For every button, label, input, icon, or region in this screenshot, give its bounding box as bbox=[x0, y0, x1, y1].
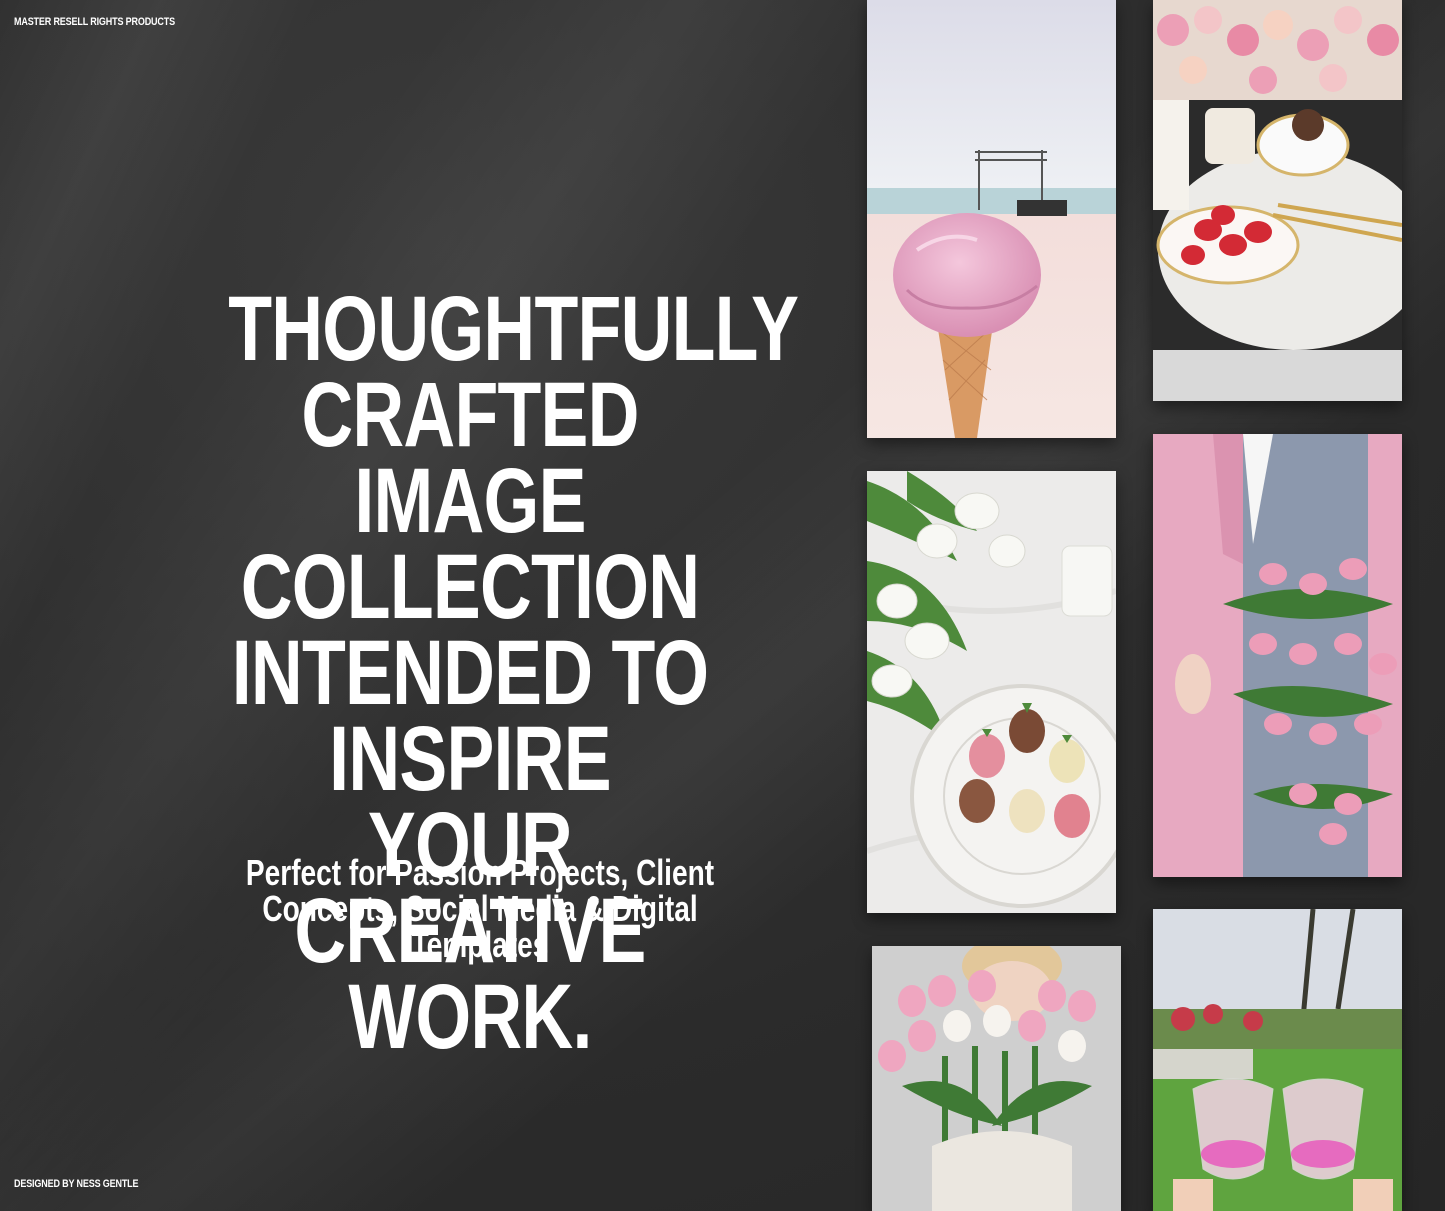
headline-line: THOUGHTFULLY bbox=[228, 278, 799, 380]
brand-label: MASTER RESELL RIGHTS PRODUCTS bbox=[14, 16, 175, 28]
pink-blazer-illustration bbox=[1153, 434, 1402, 877]
photo-strawberry-table bbox=[1153, 0, 1402, 401]
bouquet-face-illustration bbox=[872, 946, 1121, 1211]
icecream-illustration bbox=[867, 0, 1116, 438]
subheadline-line: Concepts, Social Media & Digital Templat… bbox=[262, 888, 698, 965]
pink-drinks-illustration bbox=[1153, 909, 1402, 1211]
photo-bouquet-face bbox=[872, 946, 1121, 1211]
photo-pink-blazer-tulips bbox=[1153, 434, 1402, 877]
designer-credit: DESIGNED BY NESS GENTLE bbox=[14, 1178, 139, 1190]
photo-pink-drinks bbox=[1153, 909, 1402, 1211]
photo-icecream-beach bbox=[867, 0, 1116, 438]
headline-line: INTENDED TO bbox=[231, 622, 709, 724]
tulips-plate-illustration bbox=[867, 471, 1116, 913]
headline-line: COLLECTION bbox=[240, 536, 700, 638]
subheadline-line: Perfect for Passion Projects, Client bbox=[245, 852, 715, 893]
strawberry-table-illustration bbox=[1153, 0, 1402, 401]
photo-tulips-plate bbox=[867, 471, 1116, 913]
headline-line: CRAFTED IMAGE bbox=[301, 364, 639, 552]
subheadline: Perfect for Passion Projects, Client Con… bbox=[215, 855, 745, 963]
